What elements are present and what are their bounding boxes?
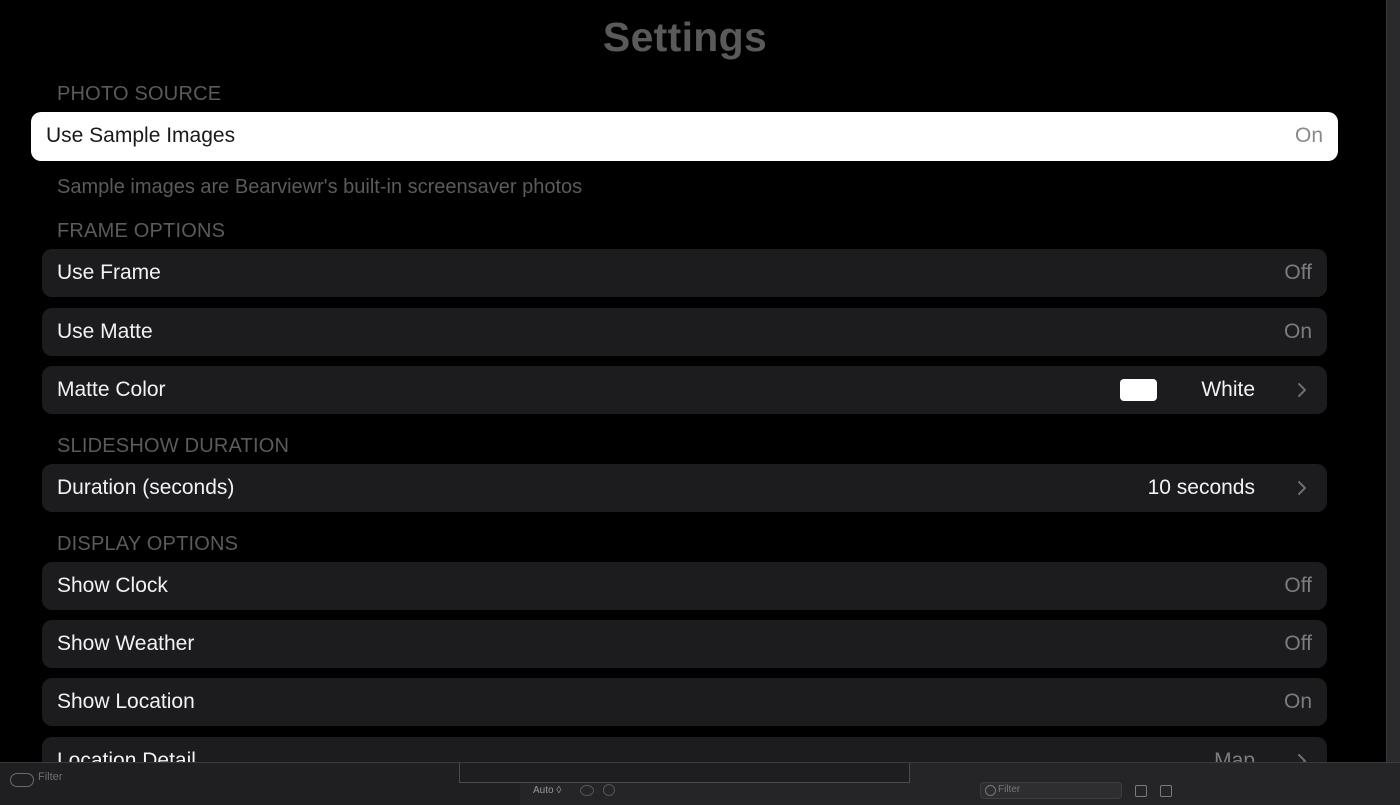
eye-icon[interactable] — [580, 785, 594, 796]
filter-icon — [985, 785, 996, 796]
row-matte-color[interactable]: Matte Color White — [42, 366, 1327, 414]
row-value: Map — [1214, 749, 1255, 762]
section-header-display-options: DISPLAY OPTIONS — [57, 533, 239, 555]
section-header-photo-source: PHOTO SOURCE — [57, 83, 222, 105]
canvas-tab — [459, 763, 910, 783]
row-duration[interactable]: Duration (seconds) 10 seconds — [42, 464, 1327, 512]
left-panel-toggle-icon[interactable] — [1135, 785, 1147, 797]
row-value: On — [1283, 320, 1312, 343]
row-show-location[interactable]: Show Location On — [42, 678, 1327, 726]
row-label: Use Frame — [57, 261, 161, 284]
row-label: Use Sample Images — [46, 124, 236, 147]
left-filter-area: Filter — [0, 763, 520, 805]
row-value: Off — [1284, 574, 1312, 597]
right-panel-toggle-icon[interactable] — [1160, 785, 1172, 797]
row-show-clock[interactable]: Show Clock Off — [42, 562, 1327, 610]
color-scheme-selector[interactable]: Auto ◊ — [533, 785, 561, 796]
section-header-frame-options: FRAME OPTIONS — [57, 220, 226, 242]
row-label: Show Location — [57, 690, 195, 713]
row-label: Matte Color — [57, 378, 166, 401]
chevron-right-icon — [1298, 481, 1306, 495]
page-title: Settings — [602, 14, 768, 60]
row-value: 10 seconds — [1147, 476, 1255, 499]
bottom-toolbar: Filter Auto ◊ Filter — [0, 762, 1400, 805]
row-show-weather[interactable]: Show Weather Off — [42, 620, 1327, 668]
window-edge — [1386, 0, 1400, 762]
row-value: On — [1283, 690, 1312, 713]
row-label: Location Detail — [57, 749, 196, 762]
row-use-frame[interactable]: Use Frame Off — [42, 249, 1327, 297]
row-value: Off — [1284, 632, 1312, 655]
left-filter-input[interactable]: Filter — [38, 771, 62, 783]
row-use-matte[interactable]: Use Matte On — [42, 308, 1327, 356]
row-value: White — [1201, 378, 1255, 401]
filter-toggle-icon[interactable] — [10, 773, 34, 787]
row-location-detail[interactable]: Location Detail Map — [42, 737, 1327, 762]
section-header-slideshow-duration: SLIDESHOW DURATION — [57, 435, 290, 457]
section-footer-photo-source: Sample images are Bearviewr's built-in s… — [57, 176, 583, 198]
chevron-right-icon — [1298, 754, 1306, 762]
row-value: Off — [1284, 261, 1312, 284]
row-label: Duration (seconds) — [57, 476, 235, 499]
row-label: Show Weather — [57, 632, 195, 655]
info-icon[interactable] — [603, 784, 615, 796]
color-swatch-icon — [1120, 379, 1157, 401]
row-label: Show Clock — [57, 574, 168, 597]
right-filter-input[interactable]: Filter — [998, 784, 1020, 795]
chevron-right-icon — [1298, 383, 1306, 397]
row-value: On — [1294, 124, 1323, 147]
row-use-sample-images[interactable]: Use Sample Images On — [31, 112, 1338, 161]
row-label: Use Matte — [57, 320, 153, 343]
tvos-simulator-screen: Settings PHOTO SOURCE Use Sample Images … — [0, 0, 1386, 762]
